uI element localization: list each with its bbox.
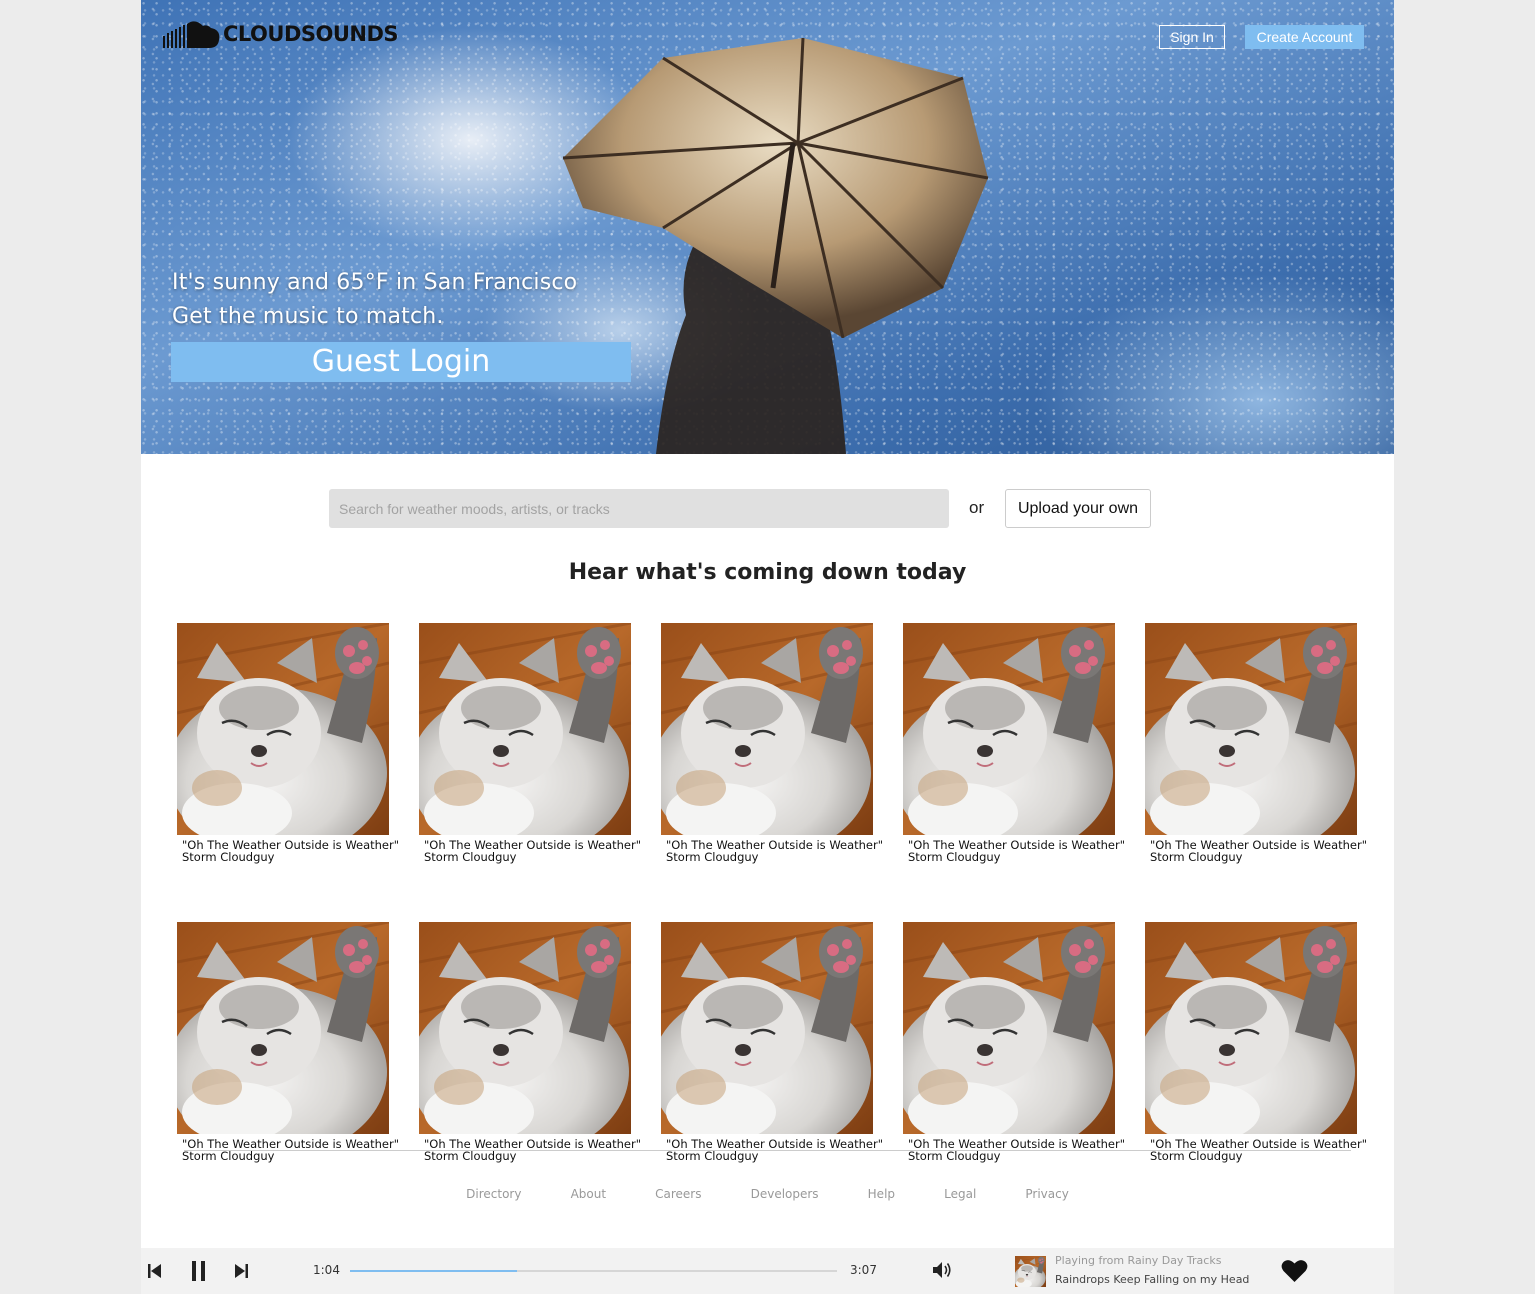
footer-divider	[184, 1150, 1351, 1151]
section-title: Hear what's coming down today	[568, 560, 967, 585]
footer-link-about[interactable]: About	[571, 1187, 606, 1201]
footer-link-developers[interactable]: Developers	[751, 1187, 819, 1201]
track-artwork[interactable]	[661, 623, 873, 835]
footer-link-careers[interactable]: Careers	[655, 1187, 701, 1201]
track-card[interactable]: "Oh The Weather Outside is Weather" Stor…	[1145, 623, 1367, 863]
search-input[interactable]	[329, 489, 949, 528]
track-artist[interactable]: Storm Cloudguy	[1145, 851, 1357, 863]
track-artist[interactable]: Storm Cloudguy	[661, 1150, 873, 1162]
now-playing-artwork[interactable]	[1015, 1256, 1046, 1287]
track-artist[interactable]: Storm Cloudguy	[903, 1150, 1115, 1162]
progress-fill	[350, 1270, 517, 1272]
heart-icon[interactable]	[1281, 1259, 1308, 1283]
footer-link-legal[interactable]: Legal	[944, 1187, 976, 1201]
track-artwork[interactable]	[661, 922, 873, 1134]
track-artist[interactable]: Storm Cloudguy	[419, 1150, 631, 1162]
duration-time: 3:07	[850, 1263, 877, 1277]
track-card[interactable]: "Oh The Weather Outside is Weather" Stor…	[419, 922, 641, 1162]
footer-nav: Directory About Careers Developers Help …	[141, 1183, 1394, 1202]
track-card[interactable]: "Oh The Weather Outside is Weather" Stor…	[903, 623, 1125, 863]
pause-icon[interactable]	[191, 1259, 207, 1283]
sign-in-button[interactable]: Sign In	[1159, 25, 1225, 49]
guest-login-button[interactable]: Guest Login	[171, 342, 631, 382]
track-artwork[interactable]	[419, 623, 631, 835]
volume-icon[interactable]	[931, 1259, 953, 1281]
track-artist[interactable]: Storm Cloudguy	[419, 851, 631, 863]
footer-link-help[interactable]: Help	[868, 1187, 895, 1201]
track-artist[interactable]: Storm Cloudguy	[903, 851, 1115, 863]
track-artwork[interactable]	[177, 922, 389, 1134]
track-card[interactable]: "Oh The Weather Outside is Weather" Stor…	[177, 623, 399, 863]
track-card[interactable]: "Oh The Weather Outside is Weather" Stor…	[1145, 922, 1367, 1162]
create-account-button[interactable]: Create Account	[1245, 25, 1364, 49]
track-artwork[interactable]	[903, 623, 1115, 835]
track-card[interactable]: "Oh The Weather Outside is Weather" Stor…	[419, 623, 641, 863]
track-card[interactable]: "Oh The Weather Outside is Weather" Stor…	[661, 623, 883, 863]
track-artist[interactable]: Storm Cloudguy	[177, 1150, 389, 1162]
player-bar: 1:04 3:07 Playing from Rainy Day Tracks …	[141, 1248, 1394, 1294]
weather-headline: It's sunny and 65°F in San Francisco	[172, 270, 578, 295]
track-artist[interactable]: Storm Cloudguy	[661, 851, 873, 863]
track-grid: "Oh The Weather Outside is Weather" Stor…	[177, 623, 1367, 1162]
track-card[interactable]: "Oh The Weather Outside is Weather" Stor…	[661, 922, 883, 1162]
logo-text: CLOUDSOUNDS	[223, 22, 399, 46]
now-playing-source[interactable]: Playing from Rainy Day Tracks	[1055, 1254, 1221, 1267]
hero-subheadline: Get the music to match.	[172, 304, 444, 329]
umbrella-image	[562, 38, 989, 338]
hero-banner: CLOUDSOUNDS Sign In Create Account It's …	[141, 0, 1394, 454]
footer-link-directory[interactable]: Directory	[466, 1187, 521, 1201]
track-artwork[interactable]	[177, 623, 389, 835]
upload-button[interactable]: Upload your own	[1005, 489, 1151, 528]
footer-link-privacy[interactable]: Privacy	[1025, 1187, 1068, 1201]
cloud-logo-icon	[163, 21, 220, 48]
track-artist[interactable]: Storm Cloudguy	[1145, 1150, 1357, 1162]
page: CLOUDSOUNDS Sign In Create Account It's …	[141, 0, 1394, 1294]
track-card[interactable]: "Oh The Weather Outside is Weather" Stor…	[903, 922, 1125, 1162]
track-artwork[interactable]	[1145, 922, 1357, 1134]
logo[interactable]: CLOUDSOUNDS	[163, 20, 399, 48]
or-label: or	[969, 498, 985, 517]
previous-icon[interactable]	[148, 1259, 162, 1283]
track-artwork[interactable]	[419, 922, 631, 1134]
next-icon[interactable]	[234, 1259, 248, 1283]
track-card[interactable]: "Oh The Weather Outside is Weather" Stor…	[177, 922, 399, 1162]
now-playing-title[interactable]: Raindrops Keep Falling on my Head	[1055, 1273, 1249, 1286]
track-artist[interactable]: Storm Cloudguy	[177, 851, 389, 863]
progress-track[interactable]	[350, 1270, 837, 1272]
elapsed-time: 1:04	[313, 1263, 340, 1277]
track-artwork[interactable]	[903, 922, 1115, 1134]
track-artwork[interactable]	[1145, 623, 1357, 835]
